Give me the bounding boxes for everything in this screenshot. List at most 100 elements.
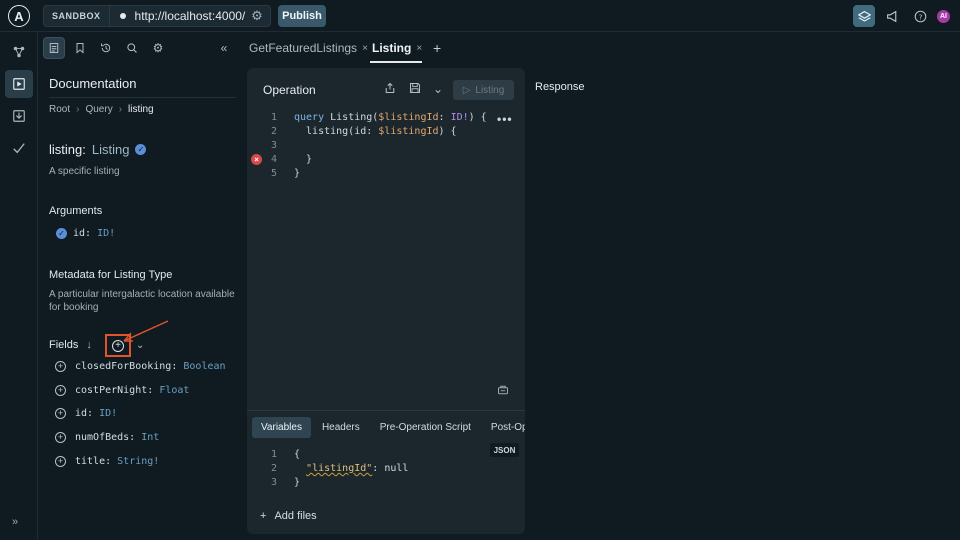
save-icon[interactable]	[409, 82, 421, 97]
field-row[interactable]: + numOfBeds: Int	[55, 432, 159, 443]
arrow-down-icon[interactable]: ↓	[86, 339, 92, 351]
publish-button[interactable]: Publish	[278, 5, 326, 27]
field-type-link[interactable]: Listing	[92, 142, 130, 157]
tab-getfeaturedlistings[interactable]: GetFeaturedListings ×	[249, 41, 368, 55]
share-icon[interactable]	[384, 82, 396, 97]
code-type: ID!	[450, 112, 469, 123]
plus-circle-icon[interactable]: +	[55, 361, 66, 372]
explorer-icon[interactable]	[5, 70, 33, 98]
documentation-icon[interactable]	[43, 37, 65, 59]
apollo-logo[interactable]: A	[8, 5, 30, 27]
field-row[interactable]: + closedForBooking: Boolean	[55, 361, 226, 372]
argument-name: id:	[73, 228, 92, 239]
add-all-fields-button[interactable]: +	[105, 334, 131, 357]
chevron-right-icon: ›	[118, 104, 123, 115]
code-variable: $listingId	[378, 126, 439, 137]
check-circle-icon[interactable]: ✓	[135, 144, 147, 155]
megaphone-icon[interactable]	[881, 5, 903, 27]
bookmark-icon[interactable]	[69, 37, 91, 59]
operation-panel: Operation ⌄ ▷ Listing 1 query Listing($l…	[247, 68, 525, 534]
response-title: Response	[535, 81, 585, 93]
docs-title: Documentation	[49, 76, 137, 91]
add-tab-icon[interactable]: +	[433, 40, 441, 56]
tab-post-operation-script[interactable]: Post-Ope	[482, 417, 525, 438]
download-icon[interactable]	[5, 102, 33, 130]
plus-circle-icon[interactable]: +	[55, 408, 66, 419]
field-row-type[interactable]: Int	[141, 432, 159, 443]
code-text: {	[294, 449, 301, 460]
breadcrumb-root[interactable]: Root	[49, 104, 70, 115]
code-text: Listing(	[324, 112, 379, 123]
prettify-icon[interactable]	[497, 384, 509, 399]
sandbox-badge: SANDBOX	[44, 6, 110, 26]
close-icon[interactable]: ×	[362, 43, 368, 54]
add-files-button[interactable]: + Add files	[260, 510, 317, 522]
tab-variables[interactable]: Variables	[252, 417, 311, 438]
line-number: 1	[270, 449, 277, 460]
gear-icon[interactable]: ⚙	[250, 9, 264, 23]
field-row[interactable]: + title: String!	[55, 456, 159, 467]
checks-icon[interactable]	[5, 134, 33, 162]
code-line: × 4 }	[247, 153, 525, 167]
operation-title: Operation	[263, 83, 316, 97]
search-icon[interactable]	[121, 37, 143, 59]
tab-pre-operation-script[interactable]: Pre-Operation Script	[371, 417, 480, 438]
settings-gear-icon[interactable]: ⚙	[147, 37, 169, 59]
breadcrumb-query[interactable]: Query	[85, 104, 112, 115]
code-text: }	[294, 154, 313, 165]
more-options-icon[interactable]: •••	[497, 112, 513, 126]
code-line: 1 query Listing($listingId: ID!) {	[247, 111, 525, 125]
argument-type[interactable]: ID!	[97, 228, 115, 239]
line-number: 2	[270, 126, 277, 137]
avatar[interactable]: AI	[937, 9, 950, 23]
field-row-type[interactable]: ID!	[99, 408, 117, 419]
tab-listing[interactable]: Listing ×	[372, 41, 422, 55]
code-line: 5 }	[247, 167, 525, 181]
run-button-label: Listing	[475, 84, 505, 96]
tab-headers[interactable]: Headers	[313, 417, 369, 438]
field-row-type[interactable]: Float	[159, 385, 189, 396]
code-line: 1 {	[247, 448, 525, 462]
metadata-description-line: A particular intergalactic location avai…	[49, 289, 235, 300]
layers-icon[interactable]	[853, 5, 875, 27]
schema-icon[interactable]	[5, 38, 33, 66]
chevron-down-icon[interactable]: ⌄	[136, 340, 144, 351]
expand-rail-icon[interactable]: »	[12, 516, 18, 528]
arguments-heading: Arguments	[49, 205, 103, 217]
field-row-name: costPerNight:	[75, 385, 154, 396]
plus-circle-icon[interactable]: +	[55, 385, 66, 396]
metadata-description-line: for booking	[49, 302, 99, 313]
operation-tabs: GetFeaturedListings × Listing ×	[247, 32, 960, 65]
connection-status-icon	[119, 13, 126, 19]
field-row-type[interactable]: String!	[117, 456, 159, 467]
divider	[247, 410, 525, 411]
argument-row[interactable]: ✓ id: ID!	[56, 228, 115, 239]
field-row-type[interactable]: Boolean	[183, 361, 225, 372]
plus-icon: +	[260, 510, 267, 522]
collapse-panel-icon[interactable]: «	[213, 37, 235, 59]
svg-text:?: ?	[918, 12, 922, 21]
endpoint-url-box[interactable]: SANDBOX http://localhost:4000/ ⚙	[43, 5, 271, 27]
tab-label: Listing	[372, 41, 412, 55]
field-name: listing:	[49, 142, 86, 157]
code-text: : null	[372, 463, 409, 474]
close-icon[interactable]: ×	[416, 43, 422, 54]
endpoint-url[interactable]: http://localhost:4000/	[135, 9, 250, 23]
plus-circle-icon[interactable]: +	[55, 456, 66, 467]
check-circle-icon[interactable]: ✓	[56, 228, 67, 239]
plus-circle-icon[interactable]: +	[55, 432, 66, 443]
field-row[interactable]: + costPerNight: Float	[55, 385, 189, 396]
chevron-down-icon[interactable]: ⌄	[433, 82, 443, 96]
code-text: listing(id:	[294, 126, 379, 137]
field-row[interactable]: + id: ID!	[55, 408, 117, 419]
history-icon[interactable]	[95, 37, 117, 59]
error-icon[interactable]: ×	[251, 154, 262, 165]
code-line: 2 listing(id: $listingId) {	[247, 125, 525, 139]
variables-tabs: Variables Headers Pre-Operation Script P…	[252, 417, 525, 438]
fields-heading: Fields	[49, 339, 79, 351]
code-line: 2 "listingId": null	[247, 462, 525, 476]
run-operation-button[interactable]: ▷ Listing	[453, 80, 514, 100]
help-icon[interactable]: ?	[909, 5, 931, 27]
line-number: 3	[270, 140, 277, 151]
field-row-name: id:	[75, 408, 94, 419]
